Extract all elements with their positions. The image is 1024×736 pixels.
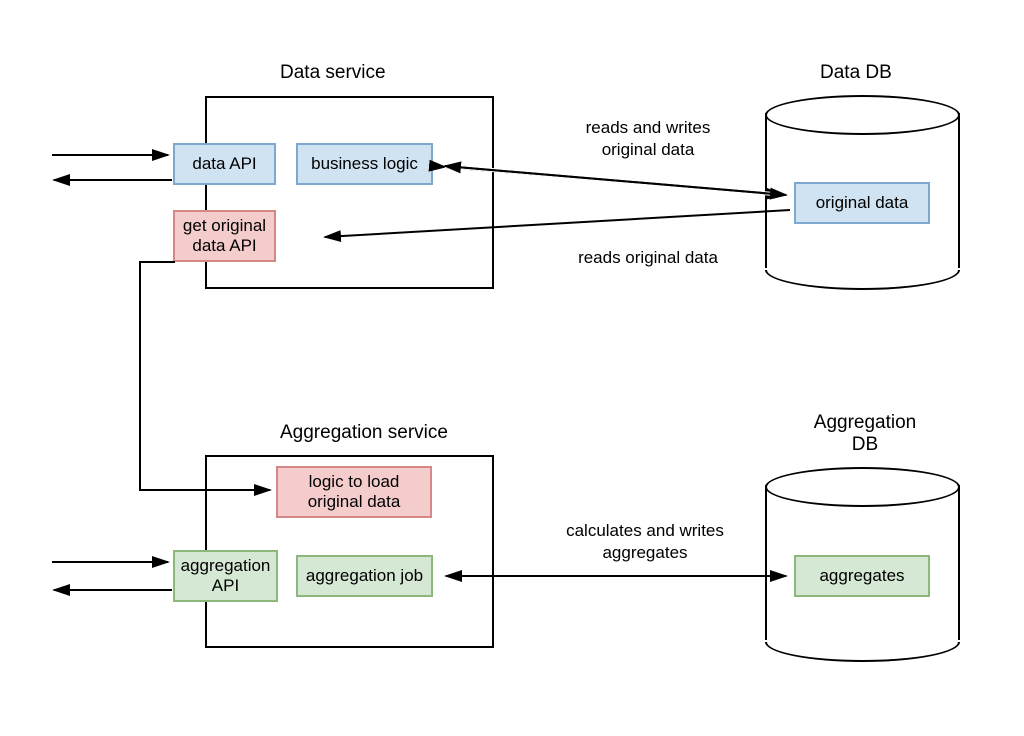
- logic-load-original-label: logic to load original data: [280, 472, 428, 512]
- get-original-data-api-label: get original data API: [177, 216, 272, 256]
- aggregation-job-label: aggregation job: [306, 566, 423, 586]
- business-logic-box: business logic: [296, 143, 433, 185]
- aggregation-db-title: Aggregation DB: [805, 412, 925, 456]
- data-api-label: data API: [192, 154, 256, 174]
- logic-load-original-box: logic to load original data: [276, 466, 432, 518]
- data-api-box: data API: [173, 143, 276, 185]
- aggregation-api-box: aggregation API: [173, 550, 278, 602]
- aggregation-job-box: aggregation job: [296, 555, 433, 597]
- edge-reads-writes-original: reads and writes original data: [558, 117, 738, 161]
- arrow-biz-right: [445, 166, 786, 195]
- arrow-biz-left: [445, 166, 786, 195]
- original-data-label: original data: [816, 193, 909, 213]
- edge-calc-writes-aggregates: calculates and writes aggregates: [545, 520, 745, 564]
- business-logic-label: business logic: [311, 154, 418, 174]
- data-service-title: Data service: [280, 62, 386, 84]
- arrow-business-original: [445, 167, 782, 195]
- aggregates-label: aggregates: [819, 566, 904, 586]
- aggregation-api-label: aggregation API: [177, 556, 274, 596]
- get-original-data-api-box: get original data API: [173, 210, 276, 262]
- aggregation-service-title: Aggregation service: [280, 422, 448, 444]
- data-db-title: Data DB: [820, 62, 892, 84]
- original-data-box: original data: [794, 182, 930, 224]
- aggregates-box: aggregates: [794, 555, 930, 597]
- edge-reads-original: reads original data: [558, 247, 738, 269]
